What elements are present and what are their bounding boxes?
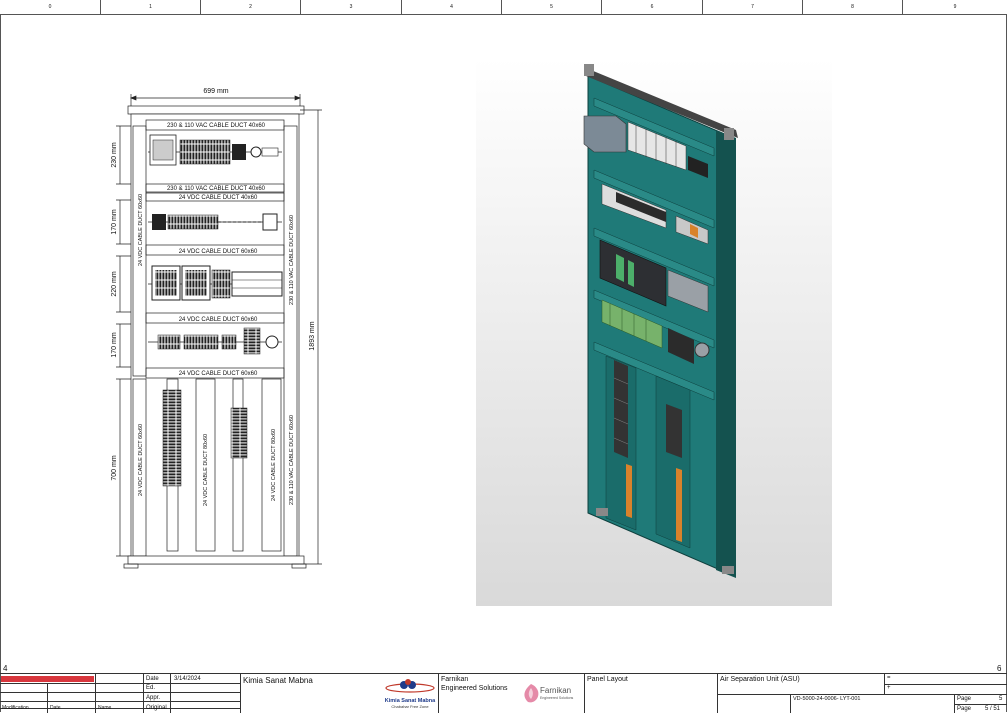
page-total-label: Page <box>957 706 972 712</box>
contractor-line2: Engineered Solutions <box>441 685 508 692</box>
contractor-line1: Farnikan <box>441 676 469 683</box>
panel-layout-drawing: 699 mm 230 & 110 VAC CABLE DUCT 40x60 23… <box>111 88 322 569</box>
ruler-cell: 2 <box>201 0 301 14</box>
duct-label-vertical: 24 VDC CABLE DUCT 60x60 <box>138 194 144 266</box>
col-header-modification: Modification <box>2 705 29 711</box>
client-logo-sub: Chabahar Free Zone <box>391 704 429 709</box>
appr-label: Appr. <box>146 695 161 701</box>
client-name: Kimia Sanat Mabna <box>243 676 313 685</box>
page-total-value: 5 / 51 <box>985 706 1001 712</box>
plant-designation: = <box>887 675 891 681</box>
title-block: Modification Date Name Date 3/14/2024 Ed… <box>0 673 1007 713</box>
ruler-cell: 9 <box>953 4 957 10</box>
ruler-cell: 5 <box>502 0 602 14</box>
duct-label: 24 VDC CABLE DUCT 60x60 <box>179 249 258 255</box>
duct-label: 24 VDC CABLE DUCT 60x60 <box>179 371 258 377</box>
ruler-cell: 0 <box>0 0 101 14</box>
ruler-cell: 4 <box>402 0 502 14</box>
row-marker-left: 4 <box>3 664 8 673</box>
panel-3d-render <box>476 58 832 606</box>
duct-label-vertical: 230 & 110 VAC CABLE DUCT 60x60 <box>289 215 295 305</box>
duct-label-vertical: 24 VDC CABLE DUCT 80x60 <box>203 434 209 506</box>
client-logo-mark <box>385 679 435 693</box>
duct-label: 24 VDC CABLE DUCT 40x60 <box>179 195 258 201</box>
row-dimension: 170 mm <box>111 332 118 357</box>
col-header-date: Date <box>50 705 61 711</box>
project-name: Air Separation Unit (ASU) <box>720 676 800 683</box>
contractor-logo-mark <box>524 684 539 703</box>
duct-label: 230 & 110 VAC CABLE DUCT 40x60 <box>167 186 266 192</box>
row-dimension: 170 mm <box>111 209 118 234</box>
contractor-logo: Farnikan Engineered Solutions <box>520 680 582 710</box>
panel-3d-image <box>583 64 738 578</box>
page-value: 5 <box>999 696 1003 702</box>
document-number: VD-5000-24-0006- LYT-001 <box>793 696 861 702</box>
duct-label: 24 VDC CABLE DUCT 60x60 <box>179 317 258 323</box>
date-label: Date <box>146 676 159 682</box>
contractor-logo-name: Farnikan <box>540 686 572 695</box>
client-logo: Kimia Sanat Mabna Chabahar Free Zone <box>380 676 440 712</box>
width-dimension: 699 mm <box>203 88 228 95</box>
ruler-cell: 3 <box>301 0 402 14</box>
duct-label-vertical: 24 VDC CABLE DUCT 80x60 <box>271 429 277 501</box>
row-marker-right: 6 <box>997 664 1002 673</box>
height-dimension: 1893 mm <box>309 321 316 350</box>
page-label: Page <box>957 696 972 702</box>
location-designation: + <box>887 685 891 691</box>
duct-label: 230 & 110 VAC CABLE DUCT 40x60 <box>167 123 266 129</box>
ruler-cell: 8 <box>803 0 903 14</box>
drawing-title: Panel Layout <box>587 676 628 683</box>
ruler-cell: 6 <box>602 0 703 14</box>
contractor-logo-sub: Engineered Solutions <box>540 696 574 700</box>
row-dimension: 230 mm <box>111 142 118 167</box>
row-dimension: 700 mm <box>111 455 118 480</box>
col-header-name: Name <box>98 705 112 711</box>
row-dimension: 220 mm <box>111 271 118 296</box>
duct-label-vertical: 230 & 110 VAC CABLE DUCT 60x60 <box>289 415 295 505</box>
original-label: Original <box>146 705 167 711</box>
revision-marker <box>1 676 94 682</box>
date-value: 3/14/2024 <box>174 676 201 682</box>
ed-label: Ed. <box>146 685 156 691</box>
column-ruler: 0 1 2 3 4 5 6 7 8 9 <box>0 0 1007 15</box>
ruler-cell: 7 <box>703 0 803 14</box>
ruler-cell: 1 <box>101 0 201 14</box>
duct-label-vertical: 24 VDC CABLE DUCT 60x60 <box>138 424 144 496</box>
